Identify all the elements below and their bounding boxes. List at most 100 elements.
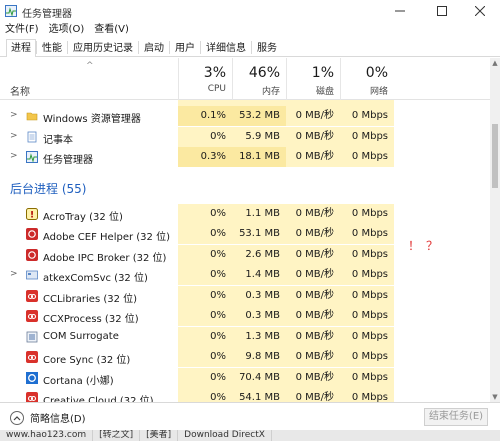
process-row[interactable]: CCLibraries (32 位) 0% 0.3 MB 0 MB/秒 0 Mbps xyxy=(0,285,490,306)
network-value: 0 Mbps xyxy=(340,367,394,388)
memory-value: 1.1 MB xyxy=(232,203,286,224)
network-value: 0 Mbps xyxy=(340,203,394,224)
network-value: 0 Mbps xyxy=(340,388,394,402)
memory-value: 53.1 MB xyxy=(232,224,286,244)
column-disk[interactable]: 1% 磁盘 xyxy=(286,58,340,100)
service-icon xyxy=(26,269,38,281)
column-memory[interactable]: 46% 内存 xyxy=(232,58,286,100)
disk-label: 磁盘 xyxy=(315,87,334,97)
expand-chevron-icon[interactable]: > xyxy=(10,110,18,120)
memory-total: 46% xyxy=(248,65,280,81)
group-header-background: 后台进程 (55) xyxy=(10,181,87,196)
expand-chevron-icon[interactable]: > xyxy=(10,269,18,279)
process-row[interactable]: Creative Cloud (32 位) 0% 54.1 MB 0 MB/秒 0 Mb… xyxy=(0,388,490,402)
maximize-button[interactable] xyxy=(422,0,462,22)
vertical-scrollbar[interactable]: ▲ ▼ xyxy=(490,58,500,402)
process-row[interactable]: > 任务管理器 0.3% 18.1 MB 0 MB/秒 0 Mbps xyxy=(0,147,490,167)
network-total: 0% xyxy=(365,65,388,81)
close-button[interactable] xyxy=(460,0,500,22)
cpu-label: CPU xyxy=(207,84,226,94)
disk-value: 0 MB/秒 xyxy=(286,347,340,367)
scrollbar-thumb[interactable] xyxy=(492,124,498,188)
process-row[interactable]: Cortana (小娜) 0% 70.4 MB 0 MB/秒 0 Mbps xyxy=(0,367,490,388)
column-cpu[interactable]: 3% CPU xyxy=(178,58,232,100)
minimize-button[interactable] xyxy=(380,0,420,22)
menu-options[interactable]: 选项(O) xyxy=(44,22,90,38)
acrotray-icon: ! xyxy=(26,207,38,220)
end-task-button[interactable]: 结束任务(E) xyxy=(424,408,488,426)
adobe-icon xyxy=(26,248,38,261)
network-value: 0 Mbps xyxy=(340,285,394,306)
fewer-details-button[interactable]: 简略信息(D) xyxy=(10,410,86,425)
process-row[interactable]: CCXProcess (32 位) 0% 0.3 MB 0 MB/秒 0 Mbps xyxy=(0,306,490,326)
cpu-value: 0% xyxy=(178,126,232,147)
menu-file[interactable]: 文件(F) xyxy=(0,22,44,38)
cpu-value: 0.3% xyxy=(178,147,232,167)
network-value: 0 Mbps xyxy=(340,244,394,265)
taskbar-item[interactable]: Download DirectX xyxy=(178,430,272,441)
memory-value: 70.4 MB xyxy=(232,367,286,388)
scroll-down-icon[interactable]: ▼ xyxy=(490,392,500,402)
creative-cloud-icon xyxy=(26,351,38,363)
process-row[interactable]: > 记事本 0% 5.9 MB 0 MB/秒 0 Mbps xyxy=(0,126,490,147)
disk-value: 0 MB/秒 xyxy=(286,126,340,147)
svg-text:!: ! xyxy=(30,210,34,220)
fewer-details-label: 简略信息(D) xyxy=(30,414,86,425)
taskbar: www.hao123.com [转之文] [美者] Download Direc… xyxy=(0,430,500,441)
taskbar-item[interactable]: www.hao123.com xyxy=(0,430,94,441)
memory-value: 1.3 MB xyxy=(232,326,286,347)
tab-processes[interactable]: 进程 xyxy=(6,39,36,57)
network-value: 0 Mbps xyxy=(340,147,394,167)
network-value: 0 Mbps xyxy=(340,126,394,147)
creative-cloud-icon xyxy=(26,310,38,322)
expand-chevron-icon[interactable]: > xyxy=(10,151,18,161)
tab-details[interactable]: 详细信息 xyxy=(201,39,251,56)
annotation-marks: ！？ xyxy=(408,239,445,253)
column-header: ^ 名称 3% CPU 46% 内存 1% 磁盘 0% 网络 xyxy=(0,58,490,100)
process-row[interactable]: Core Sync (32 位) 0% 9.8 MB 0 MB/秒 0 Mbps xyxy=(0,347,490,367)
tab-app-history[interactable]: 应用历史记录 xyxy=(68,39,138,56)
tab-bar: 进程 性能 应用历史记录 启动 用户 详细信息 服务 xyxy=(0,39,500,57)
adobe-icon xyxy=(26,228,38,240)
cpu-value: 0% xyxy=(178,265,232,285)
process-name: Creative Cloud (32 位) xyxy=(43,396,154,402)
disk-value: 0 MB/秒 xyxy=(286,367,340,388)
taskbar-item[interactable]: [美者] xyxy=(140,430,179,441)
cpu-value: 0% xyxy=(178,367,232,388)
process-row[interactable]: COM Surrogate 0% 1.3 MB 0 MB/秒 0 Mbps xyxy=(0,326,490,347)
memory-label: 内存 xyxy=(261,87,280,97)
process-name: Adobe CEF Helper (32 位) xyxy=(43,232,170,243)
memory-value: 18.1 MB xyxy=(232,147,286,167)
memory-value: 9.8 MB xyxy=(232,347,286,367)
process-name: CCLibraries (32 位) xyxy=(43,293,138,305)
tab-services[interactable]: 服务 xyxy=(252,39,282,56)
expand-chevron-icon[interactable]: > xyxy=(10,131,18,141)
process-row[interactable]: ! AcroTray (32 位) 0% 1.1 MB 0 MB/秒 0 Mbps xyxy=(0,203,490,224)
process-row[interactable]: > atkexComSvc (32 位) 0% 1.4 MB 0 MB/秒 0 Mbps xyxy=(0,265,490,285)
taskbar-item[interactable]: [转之文] xyxy=(93,430,141,441)
disk-value: 0 MB/秒 xyxy=(286,388,340,402)
process-name: CCXProcess (32 位) xyxy=(43,314,139,325)
memory-value: 0.3 MB xyxy=(232,306,286,326)
process-row[interactable]: > Windows 资源管理器 0.1% 53.2 MB 0 MB/秒 0 Mbps xyxy=(0,106,490,126)
cpu-value: 0% xyxy=(178,306,232,326)
tab-performance[interactable]: 性能 xyxy=(37,39,67,56)
cpu-value: 0% xyxy=(178,326,232,347)
tab-startup[interactable]: 启动 xyxy=(139,39,169,56)
tab-users[interactable]: 用户 xyxy=(170,39,200,56)
network-value: 0 Mbps xyxy=(340,326,394,347)
disk-total: 1% xyxy=(311,65,334,81)
process-name: Cortana (小娜) xyxy=(43,375,114,387)
menu-view[interactable]: 查看(V) xyxy=(89,22,134,38)
cpu-value: 0.1% xyxy=(178,106,232,126)
cpu-value: 0% xyxy=(178,285,232,306)
menu-bar: 文件(F) 选项(O) 查看(V) xyxy=(0,22,500,38)
window-title: 任务管理器 xyxy=(22,9,72,20)
column-network[interactable]: 0% 网络 xyxy=(340,58,394,100)
cpu-value: 0% xyxy=(178,244,232,265)
scroll-up-icon[interactable]: ▲ xyxy=(490,58,500,68)
memory-value: 1.4 MB xyxy=(232,265,286,285)
network-value: 0 Mbps xyxy=(340,306,394,326)
creative-cloud-icon xyxy=(26,289,38,302)
column-name[interactable]: 名称 xyxy=(10,83,30,98)
